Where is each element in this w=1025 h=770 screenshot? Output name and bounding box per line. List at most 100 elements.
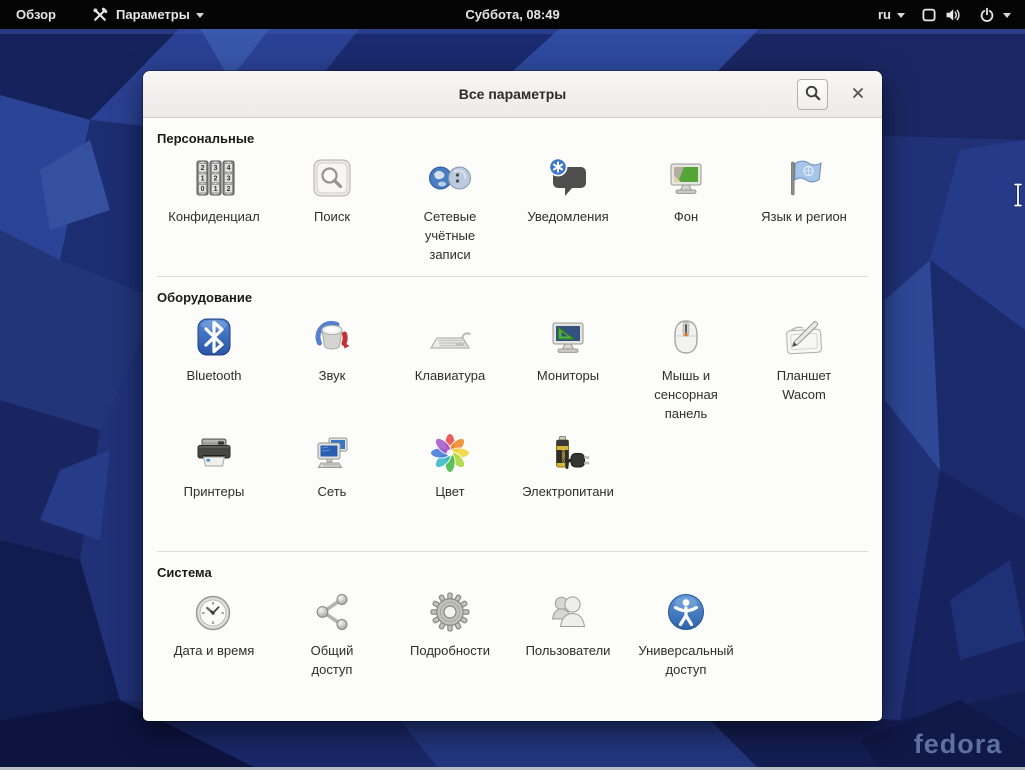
settings-item-sharing[interactable]: Общий доступ xyxy=(273,586,391,702)
search-app-icon xyxy=(308,154,356,202)
settings-item-label: Подробности xyxy=(394,642,506,661)
section-1: Оборудование Bluetooth Звук Клавиатура Монит… xyxy=(155,290,870,543)
details-icon xyxy=(426,588,474,636)
search-button[interactable] xyxy=(797,79,828,110)
section-2: Система Дата и времяОбщий доступ Подробнос… xyxy=(155,565,870,702)
settings-item-label: Планшет Wacom xyxy=(748,367,860,405)
all-settings-window: Все параметры Персональные210321432Конфи… xyxy=(143,71,882,721)
settings-item-date-time[interactable]: Дата и время xyxy=(155,586,273,702)
settings-item-color[interactable]: Цвет xyxy=(391,427,509,543)
settings-item-universal-access[interactable]: Универсальный доступ xyxy=(627,586,745,702)
ibeam-cursor xyxy=(1013,183,1023,212)
display-icon[interactable] xyxy=(919,5,939,25)
printers-icon xyxy=(190,429,238,477)
date-time-icon xyxy=(190,588,238,636)
mouse-touchpad-icon xyxy=(662,313,710,361)
settings-item-mouse-touchpad[interactable]: Мышь и сенсорная панель xyxy=(627,311,745,427)
power-icon xyxy=(977,5,997,25)
settings-item-displays[interactable]: Мониторы xyxy=(509,311,627,427)
settings-item-label: Универсальный доступ xyxy=(630,642,742,680)
settings-item-wacom-tablet[interactable]: Планшет Wacom xyxy=(745,311,863,427)
settings-item-label: Электропитани xyxy=(512,483,624,502)
window-header[interactable]: Все параметры xyxy=(143,71,882,118)
settings-item-label: Пользователи xyxy=(512,642,624,661)
settings-item-label: Клавиатура xyxy=(394,367,506,386)
settings-item-region-language[interactable]: Язык и регион xyxy=(745,152,863,268)
settings-item-notifications[interactable]: Уведомления xyxy=(509,152,627,268)
settings-item-label: Мышь и сенсорная панель xyxy=(630,367,742,424)
online-accounts-icon xyxy=(426,154,474,202)
color-icon xyxy=(426,429,474,477)
keyboard-layout-label: ru xyxy=(878,7,891,22)
network-icon xyxy=(308,429,356,477)
privacy-icon: 2 1 0 3 2 1 4 3 2 xyxy=(190,154,238,202)
section-separator xyxy=(157,551,868,552)
svg-text:1: 1 xyxy=(201,175,205,182)
wacom-tablet-icon xyxy=(780,313,828,361)
app-menu-label: Параметры xyxy=(116,7,190,22)
svg-text:3: 3 xyxy=(214,165,218,172)
settings-item-keyboard[interactable]: Клавиатура xyxy=(391,311,509,427)
settings-item-sound[interactable]: Звук xyxy=(273,311,391,427)
top-bar: Обзор Параметры Суббота, 08:49 ru xyxy=(0,0,1025,29)
sharing-icon xyxy=(308,588,356,636)
section-separator xyxy=(157,276,868,277)
clock-label: Суббота, 08:49 xyxy=(465,7,559,22)
settings-item-label: Общий доступ xyxy=(276,642,388,680)
settings-item-label: Мониторы xyxy=(512,367,624,386)
close-button[interactable] xyxy=(844,81,871,108)
settings-item-label: Фон xyxy=(630,208,742,227)
activities-button[interactable]: Обзор xyxy=(6,0,66,29)
settings-item-bluetooth[interactable]: Bluetooth xyxy=(155,311,273,427)
close-icon xyxy=(851,86,865,103)
clock-button[interactable]: Суббота, 08:49 xyxy=(455,0,569,29)
volume-icon[interactable] xyxy=(943,5,963,25)
svg-text:0: 0 xyxy=(201,186,205,193)
displays-icon xyxy=(544,313,592,361)
settings-item-label: Сетевые учётные записи xyxy=(394,208,506,265)
search-icon xyxy=(804,84,822,105)
app-menu-button[interactable]: Параметры xyxy=(80,0,214,29)
universal-access-icon xyxy=(662,588,710,636)
settings-item-label: Bluetooth xyxy=(158,367,270,386)
settings-item-label: Сеть xyxy=(276,483,388,502)
keyboard-layout-indicator[interactable]: ru xyxy=(868,0,915,29)
window-title: Все параметры xyxy=(143,71,882,117)
settings-item-background[interactable]: Фон xyxy=(627,152,745,268)
section-title: Персональные xyxy=(157,131,870,146)
section-title: Оборудование xyxy=(157,290,870,305)
settings-item-label: Поиск xyxy=(276,208,388,227)
settings-item-label: Язык и регион xyxy=(748,208,860,227)
settings-item-details[interactable]: Подробности xyxy=(391,586,509,702)
chevron-down-icon xyxy=(196,13,204,18)
settings-item-privacy[interactable]: 210321432Конфиденциал xyxy=(155,152,273,268)
power-icon: POWER xyxy=(544,429,592,477)
section-title: Система xyxy=(157,565,870,580)
settings-item-online-accounts[interactable]: Сетевые учётные записи xyxy=(391,152,509,268)
settings-item-label: Уведомления xyxy=(512,208,624,227)
bluetooth-icon xyxy=(190,313,238,361)
svg-text:4: 4 xyxy=(227,165,231,172)
settings-grid: Персональные210321432КонфиденциалПоискСе… xyxy=(143,131,882,702)
section-0: Персональные210321432КонфиденциалПоискСе… xyxy=(155,131,870,268)
svg-text:1: 1 xyxy=(214,186,218,193)
chevron-down-icon xyxy=(1003,13,1011,18)
svg-text:2: 2 xyxy=(201,165,205,172)
svg-text:3: 3 xyxy=(227,175,231,182)
settings-item-printers[interactable]: Принтеры xyxy=(155,427,273,543)
settings-item-network[interactable]: Сеть xyxy=(273,427,391,543)
svg-text:2: 2 xyxy=(214,175,218,182)
settings-item-users[interactable]: Пользователи xyxy=(509,586,627,702)
settings-item-label: Звук xyxy=(276,367,388,386)
fedora-watermark: fedora xyxy=(914,729,1003,759)
svg-text:POWER: POWER xyxy=(561,448,566,466)
svg-text:2: 2 xyxy=(227,186,231,193)
settings-item-label: Цвет xyxy=(394,483,506,502)
system-menu-button[interactable] xyxy=(967,0,1021,29)
settings-item-label: Принтеры xyxy=(158,483,270,502)
notifications-icon xyxy=(544,154,592,202)
settings-item-power[interactable]: POWER Электропитани xyxy=(509,427,627,543)
settings-item-search[interactable]: Поиск xyxy=(273,152,391,268)
tools-icon xyxy=(90,5,110,25)
users-icon xyxy=(544,588,592,636)
